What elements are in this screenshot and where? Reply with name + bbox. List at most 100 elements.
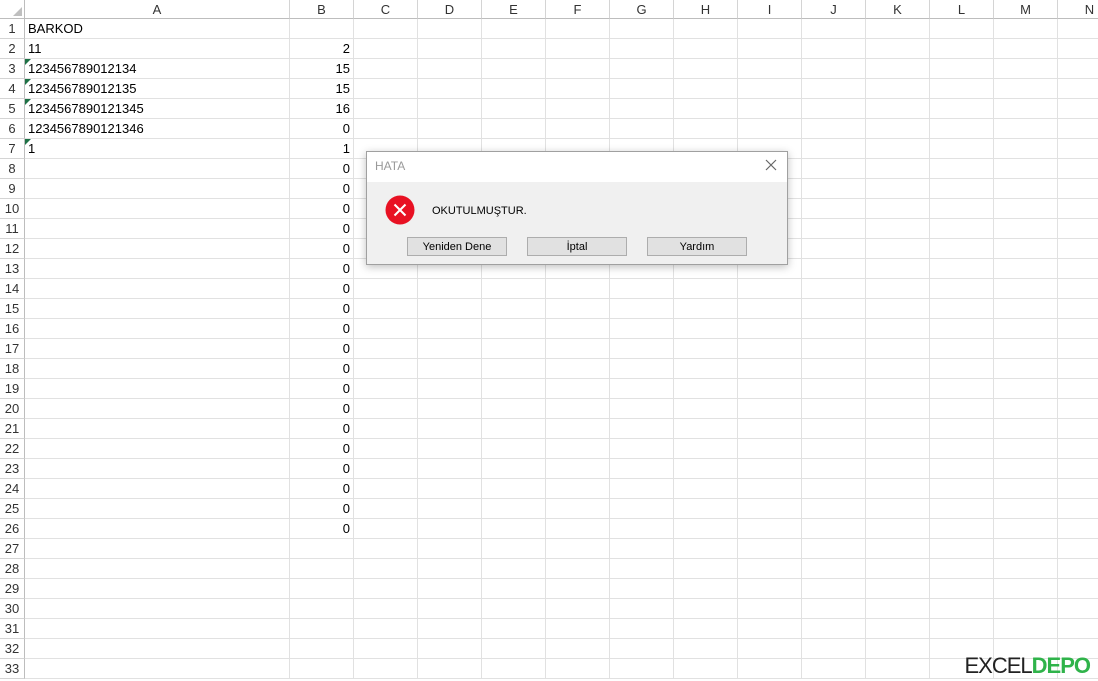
cell[interactable] (418, 39, 482, 59)
cell[interactable] (418, 19, 482, 39)
cell[interactable] (994, 279, 1058, 299)
cell[interactable] (994, 79, 1058, 99)
column-header[interactable]: C (354, 0, 418, 19)
cell[interactable]: 0 (290, 399, 354, 419)
cell[interactable]: 0 (290, 519, 354, 539)
row-header[interactable]: 4 (0, 79, 25, 99)
cell[interactable] (1058, 539, 1098, 559)
cell[interactable]: 123456789012134 (25, 59, 290, 79)
cell[interactable]: 1 (25, 139, 290, 159)
cell[interactable]: 2 (290, 39, 354, 59)
cell[interactable] (610, 499, 674, 519)
cell[interactable] (866, 99, 930, 119)
cell[interactable] (546, 659, 610, 679)
row-header[interactable]: 12 (0, 239, 25, 259)
cell[interactable] (546, 79, 610, 99)
cell[interactable] (610, 659, 674, 679)
row-header[interactable]: 9 (0, 179, 25, 199)
cell[interactable] (610, 539, 674, 559)
cell[interactable] (25, 659, 290, 679)
cell[interactable] (674, 559, 738, 579)
cell[interactable] (25, 259, 290, 279)
cell[interactable] (930, 179, 994, 199)
cell[interactable] (25, 419, 290, 439)
cell[interactable] (866, 339, 930, 359)
cell[interactable] (610, 579, 674, 599)
row-header[interactable]: 6 (0, 119, 25, 139)
cell[interactable] (674, 19, 738, 39)
cell[interactable] (546, 279, 610, 299)
cell[interactable] (1058, 199, 1098, 219)
cell[interactable] (994, 359, 1058, 379)
row-header[interactable]: 3 (0, 59, 25, 79)
cell[interactable]: 123456789012135 (25, 79, 290, 99)
cell[interactable] (354, 639, 418, 659)
cell[interactable] (418, 479, 482, 499)
retry-button[interactable]: Yeniden Dene (407, 237, 507, 256)
cell[interactable] (290, 639, 354, 659)
cell[interactable] (866, 119, 930, 139)
cell[interactable] (354, 399, 418, 419)
cell[interactable] (610, 119, 674, 139)
column-header[interactable]: N (1058, 0, 1098, 19)
cell[interactable] (482, 479, 546, 499)
cell[interactable] (802, 99, 866, 119)
cell[interactable] (994, 119, 1058, 139)
cell[interactable] (802, 579, 866, 599)
cell[interactable] (418, 359, 482, 379)
cell[interactable] (802, 219, 866, 239)
cell[interactable]: 16 (290, 99, 354, 119)
cell[interactable]: BARKOD (25, 19, 290, 39)
cell[interactable] (930, 479, 994, 499)
cell[interactable] (674, 59, 738, 79)
cell[interactable]: 0 (290, 119, 354, 139)
cell[interactable] (674, 399, 738, 419)
cell[interactable] (738, 79, 802, 99)
cell[interactable] (930, 119, 994, 139)
cell[interactable] (25, 619, 290, 639)
cell[interactable] (674, 519, 738, 539)
cell[interactable] (802, 599, 866, 619)
column-header[interactable]: D (418, 0, 482, 19)
row-header[interactable]: 10 (0, 199, 25, 219)
cell[interactable] (866, 559, 930, 579)
cell[interactable]: 0 (290, 319, 354, 339)
cell[interactable] (994, 99, 1058, 119)
cell[interactable] (290, 559, 354, 579)
cell[interactable] (930, 279, 994, 299)
cell[interactable] (354, 559, 418, 579)
cell[interactable] (802, 159, 866, 179)
cell[interactable] (930, 19, 994, 39)
column-header[interactable]: M (994, 0, 1058, 19)
cell[interactable] (866, 359, 930, 379)
row-header[interactable]: 17 (0, 339, 25, 359)
cell[interactable] (482, 559, 546, 579)
cell[interactable] (546, 579, 610, 599)
cell[interactable] (610, 99, 674, 119)
cell[interactable] (994, 559, 1058, 579)
cell[interactable] (354, 359, 418, 379)
cell[interactable] (482, 599, 546, 619)
cell[interactable] (674, 479, 738, 499)
cell[interactable] (802, 319, 866, 339)
cell[interactable] (610, 19, 674, 39)
cell[interactable] (25, 319, 290, 339)
cell[interactable] (482, 379, 546, 399)
cell[interactable] (930, 579, 994, 599)
cell[interactable] (674, 579, 738, 599)
cell[interactable] (866, 59, 930, 79)
cell[interactable] (930, 259, 994, 279)
cell[interactable] (1058, 319, 1098, 339)
cell[interactable] (610, 359, 674, 379)
cell[interactable] (802, 359, 866, 379)
row-header[interactable]: 25 (0, 499, 25, 519)
cell[interactable] (418, 79, 482, 99)
cell[interactable] (25, 239, 290, 259)
cell[interactable] (482, 319, 546, 339)
cell[interactable] (802, 239, 866, 259)
cell[interactable] (546, 559, 610, 579)
cell[interactable] (1058, 499, 1098, 519)
row-header[interactable]: 27 (0, 539, 25, 559)
cell[interactable] (866, 219, 930, 239)
cell[interactable] (866, 459, 930, 479)
